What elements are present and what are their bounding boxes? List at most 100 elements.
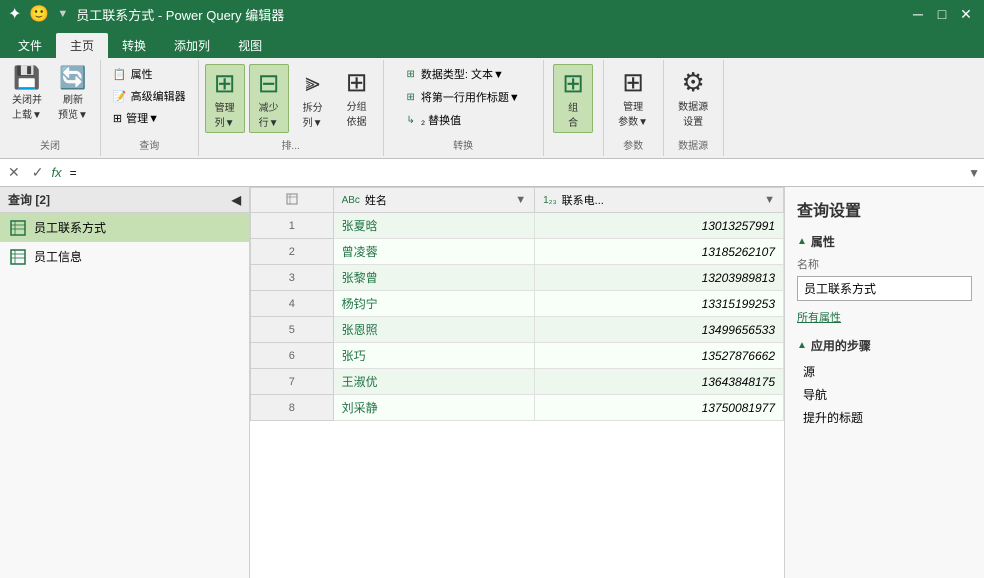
transform-group: ⊞ 数据类型: 文本▼ ⊞ 将第一行用作标题▼ ↳ ₂ 替换值 转换 (384, 60, 544, 156)
manage-cols-icon: ⊞ (214, 68, 236, 99)
table-row[interactable]: 5 张恩照 13499656533 (251, 317, 784, 343)
restore-btn[interactable]: □ (932, 4, 952, 24)
name-field-value[interactable]: 员工联系方式 (797, 276, 972, 301)
close-group-content: 💾 关闭并上载▼ 🔄 刷新预览▼ (6, 64, 94, 133)
data-type-btn[interactable]: ⊞ 数据类型: 文本▼ (400, 64, 509, 84)
tab-view[interactable]: 视图 (224, 33, 276, 58)
close-load-btn[interactable]: 💾 关闭并上载▼ (6, 64, 48, 124)
col-phone-dropdown[interactable]: ▼ (764, 194, 775, 206)
query-item-info[interactable]: 员工信息 (0, 242, 249, 271)
datasource-settings-btn[interactable]: ⚙ 数据源设置 (672, 64, 714, 131)
properties-label: 属性 (131, 66, 153, 82)
query-contacts-label: 员工联系方式 (34, 219, 106, 236)
manage-query-btn[interactable]: ⊞ 管理▼ (107, 108, 192, 128)
col-header-phone[interactable]: 1₂₃ 联系电... ▼ (535, 188, 784, 213)
manage-cols-btn[interactable]: ⊞ 管理列▼ (205, 64, 245, 133)
query-small-btns: 📋 属性 📝 高级编辑器 ⊞ 管理▼ (107, 64, 192, 128)
close-btn[interactable]: ✕ (956, 4, 976, 24)
row-phone-1: 13013257991 (535, 213, 784, 239)
first-row-header-btn[interactable]: ⊞ 将第一行用作标题▼ (400, 87, 525, 107)
transform-group-label: 转换 (453, 133, 473, 152)
datasource-group-label: 数据源 (678, 133, 708, 152)
reduce-rows-btn[interactable]: ⊟ 减少行▼ (249, 64, 289, 133)
row-num-6: 6 (251, 343, 334, 369)
formula-dropdown-btn[interactable]: ▼ (968, 166, 980, 180)
table-row[interactable]: 1 张夏晗 13013257991 (251, 213, 784, 239)
manage-icon: ⊞ (113, 112, 122, 125)
combine-btn[interactable]: ⊞ 组合 (553, 64, 593, 133)
row-phone-7: 13643848175 (535, 369, 784, 395)
step-navigate[interactable]: 导航 (797, 383, 972, 406)
step-source[interactable]: 源 (797, 360, 972, 383)
manage-params-icon: ⊞ (622, 67, 644, 98)
formula-confirm-btn[interactable]: ✓ (28, 164, 48, 181)
tab-add-column[interactable]: 添加列 (160, 33, 224, 58)
replace-label: ₂ 替换值 (421, 112, 461, 128)
query-item-contacts[interactable]: 员工联系方式 (0, 213, 249, 242)
close-load-label: 关闭并上载▼ (12, 91, 42, 121)
first-row-icon: ⊞ (406, 92, 414, 103)
query-info-label: 员工信息 (34, 248, 82, 265)
table-row[interactable]: 8 刘采静 13750081977 (251, 395, 784, 421)
table-row[interactable]: 7 王淑优 13643848175 (251, 369, 784, 395)
refresh-preview-btn[interactable]: 🔄 刷新预览▼ (52, 64, 94, 124)
steps-section-header[interactable]: ▲ 应用的步骤 (797, 337, 972, 354)
group-by-label: 分组依据 (347, 98, 367, 128)
data-table: ABc 姓名 ▼ 1₂₃ 联系电... (250, 187, 784, 421)
tab-home[interactable]: 主页 (56, 33, 108, 58)
formula-cancel-btn[interactable]: ✕ (4, 164, 24, 181)
row-name-2: 曾凌蓉 (333, 239, 535, 265)
quick-access: ▼ (57, 8, 68, 20)
manage-params-btn[interactable]: ⊞ 管理参数▼ (612, 64, 654, 131)
col-name-dropdown[interactable]: ▼ (515, 194, 526, 206)
data-table-wrapper[interactable]: ABc 姓名 ▼ 1₂₃ 联系电... (250, 187, 784, 578)
group-by-btn[interactable]: ⊞ 分组依据 (337, 64, 377, 131)
main-content: 查询 [2] ◀ 员工联系方式 (0, 187, 984, 578)
row-phone-4: 13315199253 (535, 291, 784, 317)
formula-bar: ✕ ✓ fx ▼ (0, 159, 984, 187)
query-panel: 查询 [2] ◀ 员工联系方式 (0, 187, 250, 578)
columns-group-label: 排... (281, 133, 299, 152)
all-properties-link[interactable]: 所有属性 (797, 309, 972, 325)
col-phone-type: 1₂₃ (543, 195, 557, 206)
datasource-group: ⚙ 数据源设置 数据源 (664, 60, 724, 156)
table-row[interactable]: 4 杨钧宁 13315199253 (251, 291, 784, 317)
refresh-label: 刷新预览▼ (58, 91, 88, 121)
advanced-editor-btn[interactable]: 📝 高级编辑器 (107, 86, 192, 106)
properties-btn[interactable]: 📋 属性 (107, 64, 192, 84)
split-col-btn[interactable]: ⫸ 拆分列▼ (293, 64, 333, 132)
row-num-3: 3 (251, 265, 334, 291)
window-title: 员工联系方式 - Power Query 编辑器 (76, 5, 284, 24)
table-row[interactable]: 3 张黎曾 13203989813 (251, 265, 784, 291)
title-bar-left: ✦ 🙂 ▼ 员工联系方式 - Power Query 编辑器 (8, 4, 284, 24)
step-promote-headers[interactable]: 提升的标题 (797, 406, 972, 429)
formula-bar-input[interactable] (66, 164, 965, 182)
ribbon: 💾 关闭并上载▼ 🔄 刷新预览▼ 关闭 📋 属性 📝 高级编辑器 (0, 58, 984, 159)
combine-label: 组合 (568, 99, 578, 129)
columns-group-content: ⊞ 管理列▼ ⊟ 减少行▼ ⫸ 拆分列▼ ⊞ 分组依据 (205, 64, 377, 133)
properties-section-header[interactable]: ▲ 属性 (797, 233, 972, 250)
row-num-5: 5 (251, 317, 334, 343)
combine-group: ⊞ 组合 (544, 60, 604, 156)
col-header-name[interactable]: ABc 姓名 ▼ (333, 188, 535, 213)
close-group: 💾 关闭并上载▼ 🔄 刷新预览▼ 关闭 (0, 60, 101, 156)
row-name-1: 张夏晗 (333, 213, 535, 239)
minimize-btn[interactable]: ─ (908, 4, 928, 24)
datasource-group-content: ⚙ 数据源设置 (672, 64, 714, 133)
table-row[interactable]: 6 张巧 13527876662 (251, 343, 784, 369)
close-group-label: 关闭 (40, 133, 60, 152)
right-panel: 查询设置 ▲ 属性 名称 员工联系方式 所有属性 ▲ 应用的步骤 源 导航 提升… (784, 187, 984, 578)
col-name-type: ABc (342, 195, 360, 206)
query-panel-title: 查询 [2] (8, 191, 50, 208)
combine-group-content: ⊞ 组合 (553, 64, 593, 148)
title-bar: ✦ 🙂 ▼ 员工联系方式 - Power Query 编辑器 ─ □ ✕ (0, 0, 984, 28)
query-panel-collapse-btn[interactable]: ◀ (232, 193, 241, 207)
query-group-content: 📋 属性 📝 高级编辑器 ⊞ 管理▼ (107, 64, 192, 133)
table-row[interactable]: 2 曾凌蓉 13185262107 (251, 239, 784, 265)
tab-transform[interactable]: 转换 (108, 33, 160, 58)
replace-value-btn[interactable]: ↳ ₂ 替换值 (400, 110, 467, 130)
tab-file[interactable]: 文件 (4, 33, 56, 58)
col-phone-label: 联系电... (562, 192, 604, 208)
row-phone-5: 13499656533 (535, 317, 784, 343)
query-panel-header: 查询 [2] ◀ (0, 187, 249, 213)
